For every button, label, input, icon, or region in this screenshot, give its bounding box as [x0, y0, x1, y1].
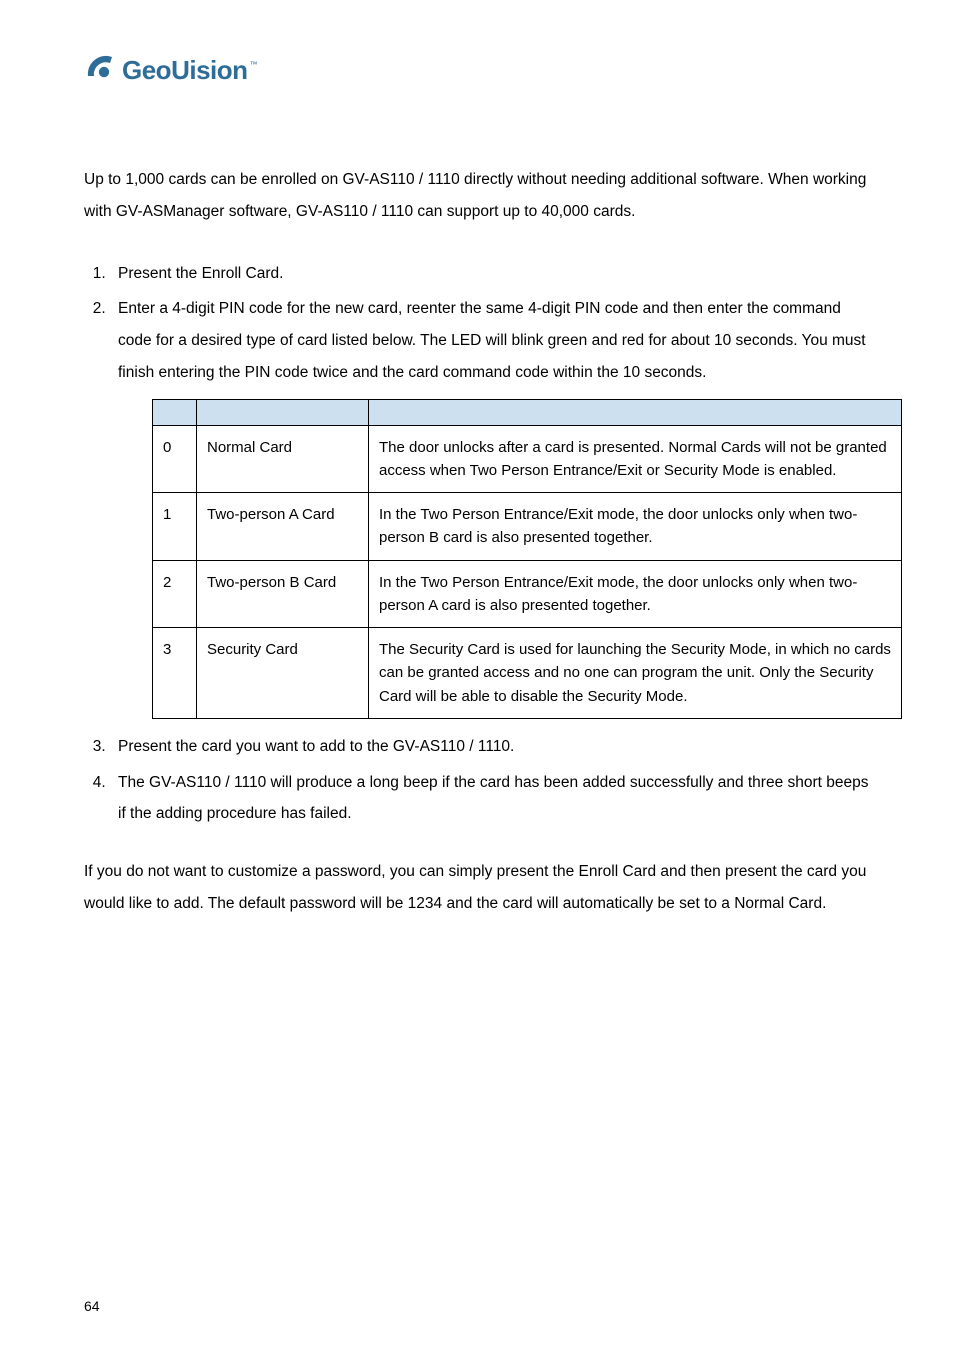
table-row: 2 Two-person B Card In the Two Person En… [153, 560, 902, 628]
cell-desc: In the Two Person Entrance/Exit mode, th… [369, 560, 902, 628]
table-row: 0 Normal Card The door unlocks after a c… [153, 425, 902, 493]
cell-desc: The Security Card is used for launching … [369, 628, 902, 719]
logo-text: GeoUision [122, 55, 248, 86]
cell-desc: The door unlocks after a card is present… [369, 425, 902, 493]
table-row: 1 Two-person A Card In the Two Person En… [153, 493, 902, 561]
table-header-row [153, 399, 902, 425]
logo-mark-icon [84, 54, 116, 86]
table-header-type [197, 399, 369, 425]
cell-type: Two-person B Card [197, 560, 369, 628]
intro-paragraph: Up to 1,000 cards can be enrolled on GV-… [84, 164, 870, 228]
cell-code: 1 [153, 493, 197, 561]
cell-type: Normal Card [197, 425, 369, 493]
table-header-code [153, 399, 197, 425]
step-3: Present the card you want to add to the … [110, 731, 870, 763]
cell-desc: In the Two Person Entrance/Exit mode, th… [369, 493, 902, 561]
cell-code: 2 [153, 560, 197, 628]
brand-logo: GeoUision ™ [84, 54, 870, 86]
page-number: 64 [84, 1298, 100, 1314]
logo-trademark: ™ [250, 60, 258, 69]
table-row: 3 Security Card The Security Card is use… [153, 628, 902, 719]
cell-code: 3 [153, 628, 197, 719]
step-2: Enter a 4-digit PIN code for the new car… [110, 293, 870, 719]
steps-list-part2: Present the card you want to add to the … [84, 731, 870, 830]
cell-type: Security Card [197, 628, 369, 719]
step-1: Present the Enroll Card. [110, 258, 870, 290]
cell-type: Two-person A Card [197, 493, 369, 561]
steps-list-part1: Present the Enroll Card. Enter a 4-digit… [84, 258, 870, 719]
closing-paragraph: If you do not want to customize a passwo… [84, 856, 870, 920]
step-4: The GV-AS110 / 1110 will produce a long … [110, 767, 870, 831]
step-2-text: Enter a 4-digit PIN code for the new car… [118, 300, 866, 381]
cell-code: 0 [153, 425, 197, 493]
table-header-desc [369, 399, 902, 425]
card-types-table: 0 Normal Card The door unlocks after a c… [152, 399, 902, 719]
